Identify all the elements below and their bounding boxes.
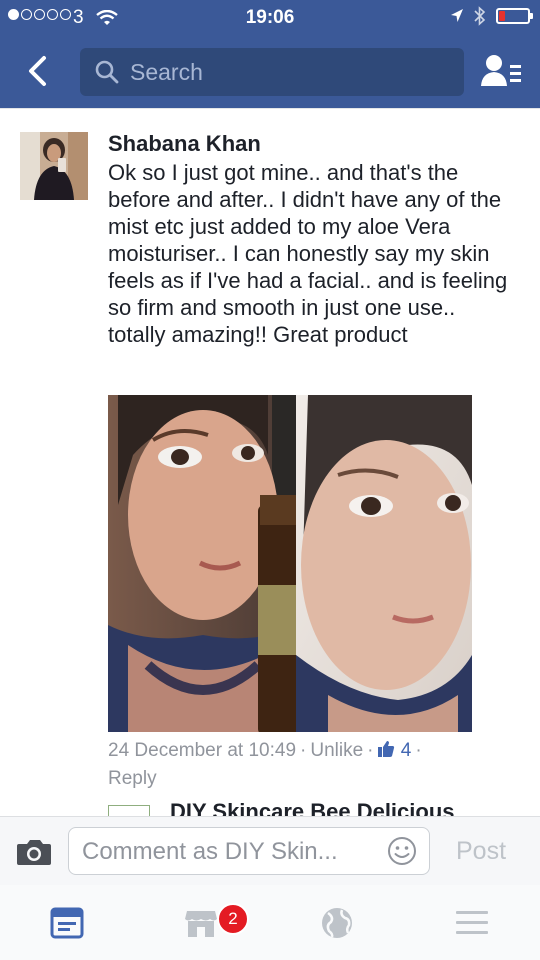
news-feed-icon[interactable] (50, 907, 84, 939)
battery-icon (496, 8, 533, 24)
comment-composer: Comment as DIY Skin... Post (0, 816, 540, 886)
smiley-icon[interactable] (387, 836, 417, 866)
comment-placeholder: Comment as DIY Skin... (82, 838, 338, 865)
friend-requests-icon[interactable] (480, 52, 524, 92)
reply-link[interactable]: Reply (108, 768, 157, 789)
notification-badge: 2 (217, 903, 249, 935)
tab-bar: 2 (0, 885, 540, 960)
top-bar: 3 19:06 Search (0, 0, 540, 108)
globe-icon[interactable] (320, 907, 354, 939)
status-bar: 3 19:06 (0, 0, 540, 36)
like-count[interactable]: 4 (401, 740, 412, 761)
comment-text: Ok so I just got mine.. and that's the b… (108, 160, 508, 347)
location-arrow-icon (451, 9, 463, 22)
before-after-photo[interactable] (108, 395, 472, 732)
camera-icon[interactable] (16, 837, 52, 867)
chevron-left-icon[interactable] (22, 52, 62, 92)
next-comment: DIY Skincare Bee Delicious (108, 801, 528, 817)
comment-author[interactable]: Shabana Khan (108, 131, 261, 157)
search-placeholder: Search (130, 58, 203, 85)
comment-timestamp: 24 December at 10:49 (108, 740, 297, 761)
comment-input[interactable]: Comment as DIY Skin... (68, 827, 430, 875)
nav-bar: Search (0, 42, 540, 102)
comment-meta: 24 December at 10:49 · Unlike · 4 · Reply (108, 740, 422, 789)
search-input[interactable]: Search (80, 48, 464, 96)
unlike-link[interactable]: Unlike (310, 740, 363, 761)
post-button[interactable]: Post (456, 837, 506, 866)
marketplace-icon[interactable] (184, 907, 218, 939)
search-icon (95, 60, 119, 84)
bluetooth-icon (474, 6, 486, 26)
menu-icon[interactable] (455, 907, 489, 939)
avatar[interactable] (20, 132, 88, 200)
next-comment-author[interactable]: DIY Skincare Bee Delicious (170, 801, 455, 817)
thumbs-up-icon (378, 741, 395, 757)
comment-thread: Shabana Khan Ok so I just got mine.. and… (0, 108, 540, 817)
